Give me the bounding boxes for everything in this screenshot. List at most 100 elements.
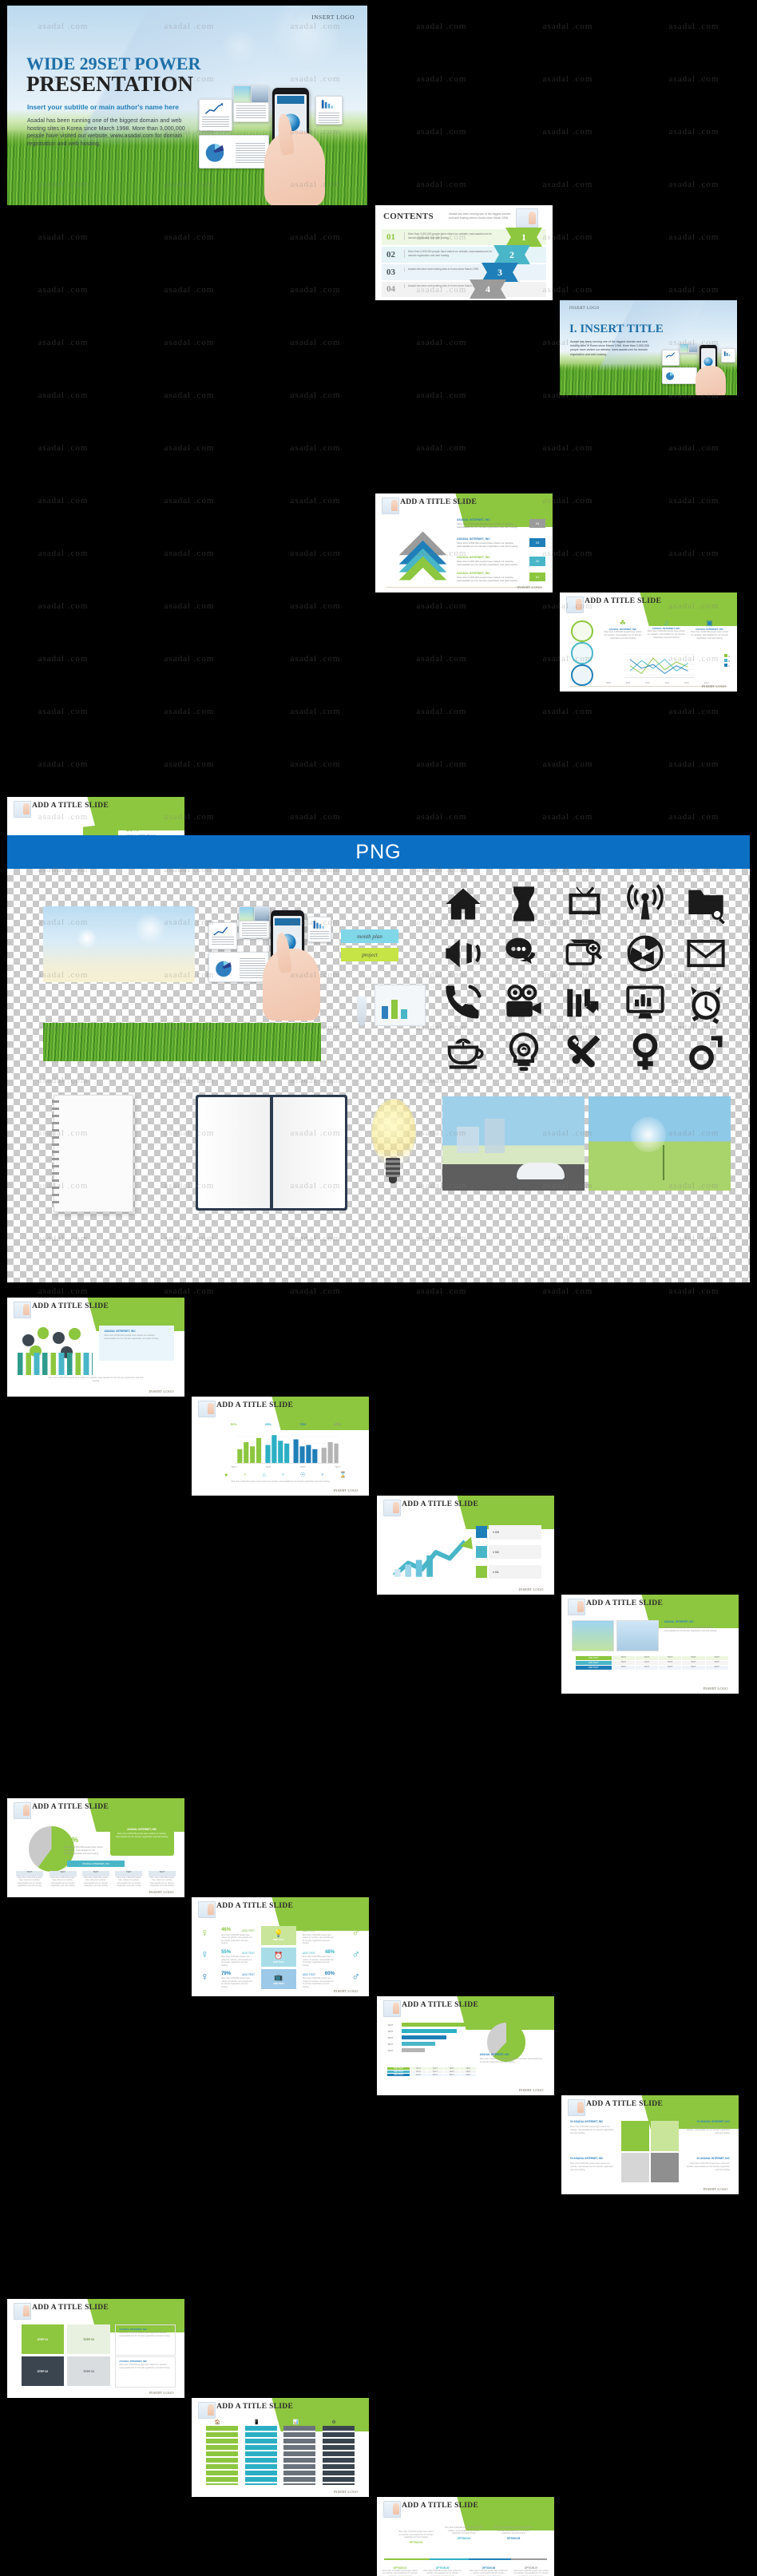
- text-card-top: [239, 921, 270, 938]
- quad-tile: [650, 2152, 679, 2183]
- slide-timeline[interactable]: ADD A TITLE SLIDE More than 3,000,000 pe…: [377, 2497, 554, 2576]
- header-device-icon: [382, 1999, 401, 2017]
- hbar-row: TEXT: [387, 2023, 476, 2027]
- slide-steps[interactable]: ADD A TITLE SLIDE STEP 01 STEP 02 STEP 0…: [7, 2299, 184, 2398]
- slide-arrows[interactable]: ADD A TITLE SLIDE ASADAL INTERNET, INC M…: [375, 493, 553, 592]
- quad-body: More than 3,000,000 people have visited …: [686, 2162, 730, 2171]
- female-symbol-icon: ♀: [200, 1969, 209, 1983]
- cover-device-cluster: [196, 81, 355, 205]
- chart-card-line: [662, 350, 680, 366]
- side-body: More than 3,000,000 people have visited …: [119, 2332, 170, 2337]
- hbar-row: TEXT: [387, 2042, 476, 2047]
- slide-cover[interactable]: INSERT LOGO WIDE 29SET POWER PRESENTATIO…: [7, 6, 367, 205]
- slide-section-title[interactable]: INSERT LOGO I. INSERT TITLE Asadal has b…: [560, 300, 737, 395]
- card-text-lines: [235, 142, 265, 164]
- footer-logo: INSERT LOGO: [149, 1389, 174, 1394]
- timeline-body: More than 3,000,000 people have visited …: [398, 2530, 434, 2539]
- table-row: ADD TEXT TEXT TEXT TEXT TEXT TEXT: [575, 1665, 728, 1670]
- legend-item: C: [724, 663, 730, 668]
- quad-tile: [650, 2121, 679, 2151]
- wine-glass-icon: [357, 997, 367, 1025]
- contents-row[interactable]: 01 More than 3,000,000 people have visit…: [382, 228, 546, 247]
- contents-row-text: More than 3,000,000 people have visited …: [404, 232, 496, 240]
- slide-title: ADD A TITLE SLIDE: [402, 2502, 479, 2511]
- slide-hands[interactable]: ADD A TITLE SLIDE ASADAL INTERNET, INC M…: [7, 1298, 184, 1397]
- side-title: ASADAL INTERNET, INC: [119, 2328, 148, 2332]
- timeline-top: More than 3,000,000 people have visited …: [444, 2526, 483, 2540]
- side-card: ASADAL INTERNET, INC More than 3,000,000…: [115, 2356, 176, 2388]
- arrow-row: ASADAL INTERNET, INC More than 3,000,000…: [457, 537, 521, 549]
- column-icon: 📱: [253, 2420, 260, 2426]
- center-tile: 💡 ADD TEXT: [261, 1925, 296, 1945]
- slide-barpct[interactable]: ADD A TITLE SLIDE 51% 25% 75% 47% TEXT TE…: [192, 1397, 369, 1496]
- row-body: More than 3,000,000 people have visited …: [221, 1955, 252, 1967]
- gender-row: ♀ 79% ADD TEXT More than 3,000,000 peopl…: [200, 1969, 360, 1989]
- column-head: ☘ ASADAL INTERNET, INC More than 3,000,0…: [602, 619, 730, 640]
- contents-row[interactable]: 02 More than 3,000,000 people have visit…: [382, 245, 546, 264]
- section-logo: INSERT LOGO: [569, 307, 600, 311]
- arrow-row-badge: 01: [529, 573, 546, 582]
- header-device-icon: [13, 2302, 31, 2320]
- header-device-icon: [567, 1598, 585, 1615]
- slide-title: ADD A TITLE SLIDE: [32, 802, 109, 810]
- slide-columns[interactable]: ADD A TITLE SLIDE 🏠 📱 📊 ⚙ INSERT LOGO: [192, 2398, 369, 2497]
- card-text-lines: [240, 958, 266, 979]
- data-table: ADD TEXT TEXT TEXT TEXT TEXT TEXT ADD TE…: [575, 1655, 728, 1670]
- slide-hbars[interactable]: ADD A TITLE SLIDE TEXT TEXT TEXT TEXT TE…: [377, 1996, 554, 2095]
- step-label: STEP 01: [37, 2337, 49, 2341]
- col-icon: ☘: [619, 619, 626, 628]
- slide-gender[interactable]: ADD A TITLE SLIDE ♀ 46% ADD TEXT More th…: [192, 1897, 369, 1996]
- card-text-lines: [318, 113, 340, 124]
- sticky-note-project: project: [341, 948, 398, 961]
- pie-card: [199, 135, 269, 168]
- callout-bubble: ASADAL INTERNET, INC More than 3,000,000…: [109, 1824, 174, 1856]
- cover-body: Asadal has been running one of the bigge…: [27, 117, 185, 148]
- hands: [263, 949, 320, 1020]
- contents-row-badge: 4: [470, 279, 506, 299]
- node: TEXT More than 3,000,000 people have vis…: [16, 1870, 44, 1888]
- timeline-bottom: OPTION.01 More than 3,000,000 people hav…: [382, 2566, 418, 2576]
- slide-title: ADD A TITLE SLIDE: [216, 2403, 294, 2412]
- pie-body: More than 3,000,000 people have visited …: [64, 1845, 103, 1855]
- video-camera-icon: [503, 982, 545, 1024]
- column-stack: [323, 2425, 355, 2486]
- add-text-label: ADD TEXT: [272, 1960, 284, 1964]
- photo-card-a: [233, 85, 252, 103]
- card-text-lines: [211, 937, 235, 947]
- header-device-icon: [13, 1801, 31, 1819]
- col-body: More than 3,000,000 people have visited …: [604, 631, 642, 640]
- step-tile: STEP 03: [67, 2324, 110, 2355]
- slide-photo-table[interactable]: ADD A TITLE SLIDE ASADAL INTERNET, INC M…: [561, 1595, 739, 1694]
- arrow-row-body: More than 3,000,000 people have visited …: [457, 541, 517, 548]
- quad-label: 04 ASADAL INTERNET, INC: [696, 2156, 730, 2160]
- folder-search-icon: [685, 883, 727, 925]
- open-book-photo: [196, 1095, 347, 1211]
- mail-icon: [685, 933, 727, 974]
- arrow-row-body: More than 3,000,000 people have visited …: [457, 575, 517, 583]
- contents-row-num: 03: [386, 268, 395, 277]
- slide-linechart[interactable]: ADD A TITLE SLIDE ☘ ASADAL INTERNET, INC…: [560, 592, 737, 692]
- arrow-row: ASADAL INTERNET, INC More than 3,000,000…: [457, 572, 521, 583]
- timeline-body: More than 3,000,000 people have visited …: [423, 2569, 462, 2576]
- bar-chart-down-icon: [564, 982, 605, 1024]
- contents-row-num: 04: [386, 284, 395, 294]
- add-text-label: ADD TEXT: [242, 1972, 255, 1976]
- png-banner-label: PNG: [355, 840, 402, 863]
- female-symbol-icon: ♀: [200, 1948, 209, 1961]
- pie-card: [208, 952, 269, 982]
- slide-quad[interactable]: ADD A TITLE SLIDE 01 ASADAL INTERNET, IN…: [561, 2095, 739, 2194]
- hbar-row: TEXT: [387, 2035, 476, 2040]
- step-tile: STEP 04: [67, 2356, 110, 2387]
- pct-value: 75%: [299, 1422, 307, 1427]
- node: TEXT More than 3,000,000 people have vis…: [82, 1870, 109, 1888]
- column-stack: [244, 2425, 277, 2486]
- step-icon: [476, 1546, 487, 1559]
- contents-row[interactable]: 03 Asadal has been web hosting sites in …: [382, 263, 546, 282]
- contents-row[interactable]: 04 Asadal has been web hosting sites in …: [382, 279, 546, 299]
- section-body: Asadal has been running one of the bigge…: [570, 340, 649, 356]
- node: TEXT More than 3,000,000 people have vis…: [49, 1870, 77, 1888]
- slide-growth[interactable]: ADD A TITLE SLIDE > 03 > 02 > 01 INSERT …: [377, 1496, 554, 1595]
- slide-contents[interactable]: CONTENTS Asadal has been running one of …: [375, 205, 553, 300]
- slide-pie[interactable]: ADD A TITLE SLIDE 60% More than 3,000,00…: [7, 1798, 184, 1897]
- card-text-lines: [310, 931, 329, 941]
